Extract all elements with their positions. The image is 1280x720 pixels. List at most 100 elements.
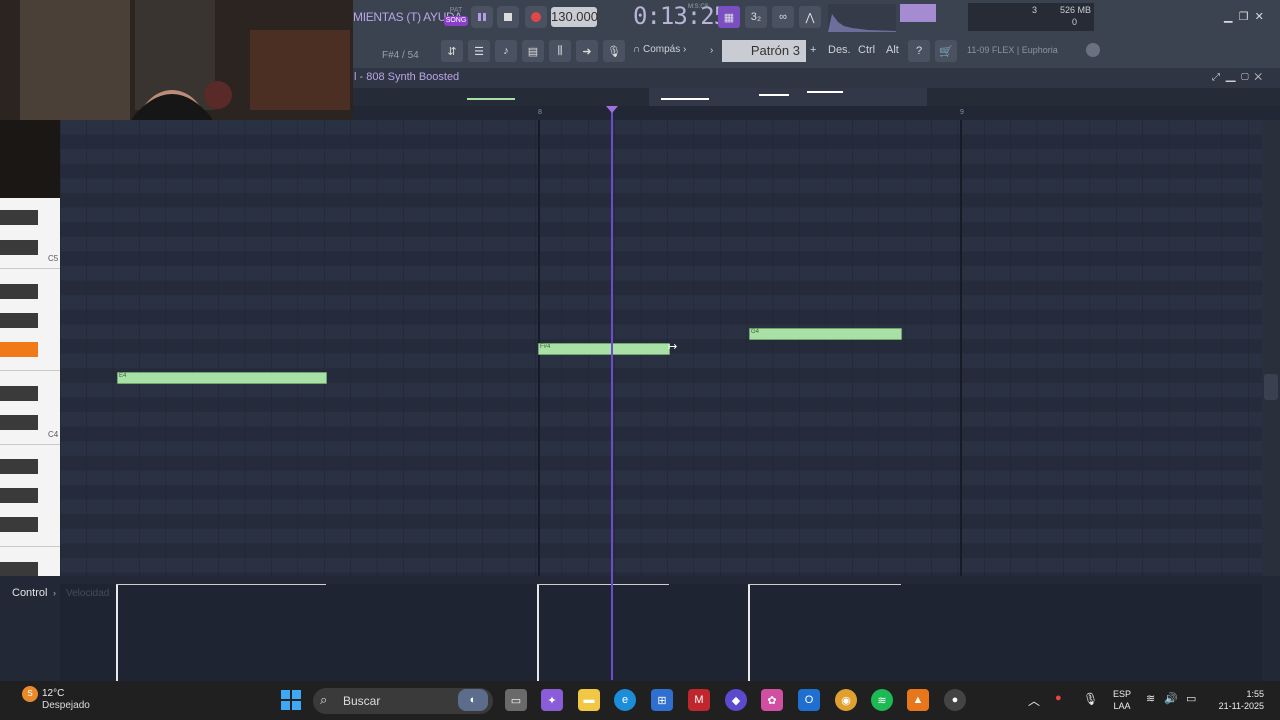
playhead-marker-icon[interactable] (606, 106, 618, 113)
resize-cursor-icon: ↦ (668, 341, 678, 353)
start-icon[interactable] (280, 689, 302, 711)
mic-icon[interactable]: 🎙 (1083, 692, 1098, 706)
note-label: G4 (751, 329, 760, 335)
black-key[interactable] (0, 210, 38, 225)
copilot-icon[interactable]: ✦ (541, 689, 563, 711)
channel-rack-icon[interactable]: ▤ (522, 40, 544, 62)
mcafee-icon[interactable]: M (688, 689, 710, 711)
search-highlight-icon: ◐ (458, 689, 488, 711)
window-controls[interactable]: ▁ ❐ ✕ (1224, 10, 1264, 23)
pattern-selector[interactable]: Patrón 3 (722, 40, 806, 62)
search-icon: ⌕ (320, 692, 328, 707)
black-key[interactable] (0, 459, 38, 474)
detach-icon[interactable]: ⤢ (1212, 72, 1220, 83)
key-shift-button[interactable]: Des. (828, 44, 851, 56)
battery-icon[interactable]: ▭ (1186, 692, 1196, 705)
step-edit-icon[interactable]: 3₂ (745, 6, 767, 28)
chrome-icon[interactable]: ◉ (835, 689, 857, 711)
stop-button[interactable] (497, 6, 519, 28)
song-label: SONG (444, 16, 468, 26)
scroll-thumb[interactable] (1264, 374, 1278, 400)
pattern-prev-icon[interactable]: › (710, 45, 713, 56)
piano-roll-title[interactable]: l - 808 Synth Boosted (354, 71, 459, 83)
mixer-icon[interactable]: ⫼ (549, 40, 571, 62)
minimize-icon[interactable]: ▁ (1226, 72, 1236, 83)
black-key[interactable] (0, 562, 38, 576)
shield-icon[interactable]: ● (1055, 692, 1062, 704)
note-e4[interactable]: E4 (117, 372, 327, 384)
black-key[interactable] (0, 517, 38, 532)
chevron-up-icon[interactable]: ︿ (1028, 692, 1040, 709)
black-key[interactable] (0, 313, 38, 328)
velocity-bar[interactable] (537, 584, 539, 681)
key-ctrl-button[interactable]: Ctrl (858, 44, 875, 56)
voices-value: 0 (1072, 17, 1078, 27)
key-alt-button[interactable]: Alt (886, 44, 899, 56)
close-icon[interactable]: ✕ (1255, 11, 1264, 23)
wifi-icon[interactable]: ≋ (1146, 692, 1155, 705)
vpn-icon[interactable]: ◆ (725, 689, 747, 711)
black-key[interactable] (0, 240, 38, 255)
snap-selector[interactable]: ∩ Compás › (633, 44, 686, 55)
piano-roll-icon[interactable]: ♪ (495, 40, 517, 62)
minimize-icon[interactable]: ▁ (1224, 11, 1232, 23)
language-indicator[interactable]: ESP LAA (1113, 688, 1131, 712)
file-explorer-icon[interactable]: ▬ (578, 689, 600, 711)
velocity-cap (537, 584, 669, 585)
app-icon[interactable]: ✿ (761, 689, 783, 711)
pat-song-toggle[interactable]: PAT SONG (444, 6, 468, 30)
volume-icon[interactable]: 🔊 (1164, 692, 1178, 705)
typing-keyboard-icon[interactable]: ▦ (718, 6, 740, 28)
globe-icon[interactable] (1086, 43, 1100, 57)
task-view-icon[interactable]: ▭ (505, 689, 527, 711)
timeline-ruler[interactable]: 8 9 (353, 106, 1280, 120)
velocity-bar[interactable] (748, 584, 750, 681)
obs-icon[interactable]: ● (944, 689, 966, 711)
maximize-icon[interactable]: ▢ (1241, 72, 1249, 83)
arrow-icon[interactable]: ➜ (576, 40, 598, 62)
pattern-picker-icon[interactable]: ⇵ (441, 40, 463, 62)
help-icon[interactable]: ? (908, 40, 930, 62)
piano-roll-window-controls[interactable]: ⤢ ▁ ▢ ✕ (1212, 72, 1262, 83)
shop-icon[interactable]: 🛒 (935, 40, 957, 62)
metronome-icon[interactable]: ⋀ (799, 6, 821, 28)
restore-icon[interactable]: ❐ (1239, 11, 1249, 23)
weather-temperature[interactable]: 12°C (42, 688, 64, 699)
edge-icon[interactable]: e (614, 689, 636, 711)
black-key[interactable] (0, 284, 38, 299)
weather-description[interactable]: Despejado (42, 700, 90, 711)
outlook-icon[interactable]: O (798, 689, 820, 711)
taskbar-clock[interactable]: 1:55 21-11-2025 (1212, 688, 1264, 712)
loop-record-icon[interactable]: ∞ (772, 6, 794, 28)
highlighted-key[interactable] (0, 342, 38, 357)
pause-button[interactable] (471, 6, 493, 28)
black-key[interactable] (0, 488, 38, 503)
note-grid[interactable]: E4 F#4 G4 ↦ (60, 120, 1262, 576)
black-key[interactable] (0, 386, 38, 401)
fl-studio-icon[interactable]: ▲ (907, 689, 929, 711)
overview-strip[interactable] (353, 88, 1280, 106)
velocity-area[interactable]: Velocidad (60, 584, 1262, 681)
note-fs4[interactable]: F#4 (538, 343, 670, 355)
velocity-label: Velocidad (66, 588, 110, 599)
playhead[interactable] (611, 106, 613, 680)
store-icon[interactable]: ⊞ (651, 689, 673, 711)
close-icon[interactable]: ✕ (1254, 72, 1262, 83)
black-key[interactable] (0, 415, 38, 430)
weather-icon[interactable]: S (22, 686, 38, 702)
velocity-bar[interactable] (116, 584, 118, 681)
time-unit: M:S:CS (688, 4, 709, 10)
control-label[interactable]: Control (12, 587, 47, 599)
vertical-scrollbar[interactable] (1262, 120, 1280, 576)
overview-window[interactable] (649, 88, 927, 106)
pattern-add-button[interactable]: + (810, 44, 816, 56)
bar-marker: 8 (538, 109, 542, 116)
record-button[interactable] (525, 6, 547, 28)
note-g4[interactable]: G4 (749, 328, 902, 340)
spotify-icon[interactable]: ≋ (871, 689, 893, 711)
tempo-display[interactable]: 130.000 (551, 7, 598, 27)
mic-icon[interactable]: 🎙 (603, 40, 625, 62)
piano-keyboard[interactable]: C5 C4 (0, 198, 60, 576)
key-divider (0, 268, 60, 269)
playlist-icon[interactable]: ☰ (468, 40, 490, 62)
